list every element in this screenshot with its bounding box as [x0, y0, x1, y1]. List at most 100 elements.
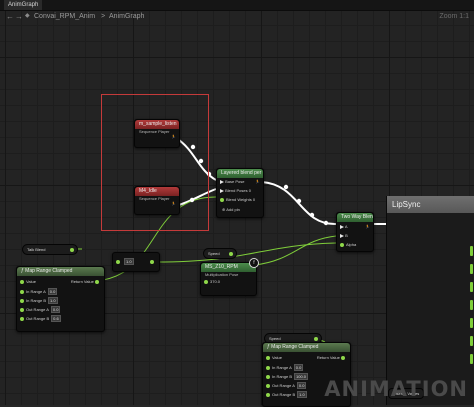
multiplication-node[interactable]: MS_Z10_RPM Multiplication Pose 370.0 — [200, 262, 257, 296]
wire-knot — [296, 198, 302, 204]
wire-knot — [309, 212, 315, 218]
speed-variable-1[interactable]: Speed — [203, 248, 237, 259]
running-man-icon: 🏃 — [255, 179, 260, 184]
variable-label: Speed — [208, 251, 220, 256]
pin-in-range-b[interactable]: In Range B 1.0 — [20, 297, 58, 304]
tab-animgraph[interactable]: AnimGraph — [4, 0, 43, 10]
float-pin-icon — [20, 316, 24, 321]
pin-in-range-a[interactable]: In Range A 0.0 — [266, 364, 304, 371]
node-title: ƒ Map Range Clamped — [17, 267, 104, 276]
float-pin-icon — [20, 289, 24, 294]
wire-knot — [323, 220, 329, 226]
running-man-icon: 🏃 — [171, 134, 176, 139]
pin-label: Alpha — [346, 242, 357, 247]
float-pin-icon — [266, 365, 270, 370]
back-arrow-icon[interactable]: ← — [6, 10, 14, 23]
variable-label: Speed — [269, 336, 281, 341]
float-pin-icon — [229, 251, 233, 256]
pin-out-range-b[interactable]: Out Range B 0.6 — [20, 315, 61, 322]
node-title: Layered blend per bone — [217, 169, 263, 178]
add-pin-button[interactable]: ⊕ Add pin — [222, 207, 240, 213]
pin-value[interactable]: Value — [266, 355, 282, 361]
pin-label: Blend Poses 0 — [225, 188, 251, 193]
float-pin-icon — [266, 355, 270, 360]
pin-alpha[interactable]: Alpha — [340, 242, 356, 248]
pin-label: A — [344, 224, 348, 229]
two-way-blend-node[interactable]: Two Way Blend A B Alpha 🏃 — [336, 212, 374, 252]
pin-label: In Range B — [26, 298, 47, 303]
pin-label: Return Value — [316, 355, 340, 360]
pin-value[interactable]: Value — [20, 279, 36, 285]
pin-label: Out Range B — [272, 392, 296, 397]
float-pin-icon — [20, 279, 24, 284]
float-pin-icon — [266, 392, 270, 397]
pin-return-value[interactable]: Return Value — [71, 279, 101, 285]
running-man-icon: 🏃 — [171, 201, 176, 206]
pin-in-range-b[interactable]: In Range B 100.0 — [266, 373, 309, 380]
float-pin-icon — [470, 264, 473, 274]
float-pin-icon — [340, 242, 344, 247]
breadcrumb-current[interactable]: AnimGraph — [109, 10, 144, 23]
float-pin-icon — [470, 300, 473, 310]
pin-a[interactable]: A — [340, 224, 348, 230]
value-row: 1.0 — [116, 258, 134, 265]
pin-return-value[interactable]: Return Value — [317, 355, 347, 361]
node-title: M4_Idle — [135, 187, 179, 196]
variable-label: Talk Blend — [27, 247, 46, 252]
map-range-clamped-node-1[interactable]: ƒ Map Range Clamped Value Return Value I… — [16, 266, 105, 332]
value-field[interactable]: 0.0 — [296, 382, 307, 389]
value-row: 370.0 — [204, 279, 220, 285]
lipsync-title: LipSync — [387, 196, 474, 213]
value-field[interactable]: 0.0 — [50, 306, 61, 313]
pin-label: Out Range A — [26, 307, 49, 312]
float-pin-icon — [470, 354, 473, 364]
pin-label: Return Value — [70, 279, 94, 284]
function-icon: ƒ — [267, 344, 270, 350]
value-field[interactable]: 1.0 — [48, 297, 58, 304]
pin-label: In Range B — [272, 374, 293, 379]
pin-blend-weights-0[interactable]: Blend Weights 0 — [220, 197, 255, 203]
float-pin-icon — [470, 318, 473, 328]
layered-blend-node[interactable]: Layered blend per bone Base Pose Blend P… — [216, 168, 264, 218]
pin-label: Out Range B — [26, 316, 50, 321]
float-pin-icon — [266, 374, 270, 379]
value-field[interactable]: 1.0 — [297, 391, 307, 398]
float-pin-icon — [470, 336, 473, 346]
pin-out-range-a[interactable]: Out Range A 0.0 — [266, 382, 307, 389]
wire-knot — [283, 184, 289, 190]
zoom-label: Zoom 1:1 — [439, 13, 469, 20]
float-value-node[interactable]: 1.0 — [112, 252, 160, 272]
pose-pin-icon — [340, 224, 344, 229]
value-field[interactable]: 1.0 — [124, 258, 134, 265]
running-man-icon: 🏃 — [365, 224, 370, 229]
node-title-text: Map Range Clamped — [271, 344, 319, 350]
breadcrumb-root[interactable]: Convai_RPM_Anim — [34, 10, 95, 23]
float-pin-icon — [220, 197, 224, 202]
float-pin-icon — [266, 383, 270, 388]
sequence-player-node-sample[interactable]: m_sample_listen Sequence Player 🏃 — [134, 119, 180, 148]
pin-out-range-a[interactable]: Out Range A 0.0 — [20, 306, 61, 313]
pose-pin-icon — [220, 188, 224, 193]
value-field[interactable]: 0.6 — [51, 315, 61, 322]
value-text: 370.0 — [210, 279, 221, 284]
float-wire-reroute-to-twoway — [155, 242, 337, 263]
value-field[interactable]: 0.0 — [47, 288, 58, 295]
pin-base-pose[interactable]: Base Pose — [220, 179, 244, 185]
pin-b[interactable]: B — [340, 233, 348, 239]
talk-blend-variable[interactable]: Talk Blend — [22, 244, 78, 255]
forward-arrow-icon[interactable]: → — [15, 10, 23, 23]
pin-label: B — [345, 233, 348, 238]
pin-blend-poses-0[interactable]: Blend Poses 0 — [220, 188, 251, 194]
value-field[interactable]: 100.0 — [294, 373, 309, 380]
node-title: ƒ Map Range Clamped — [263, 343, 350, 352]
sequence-player-node-idle[interactable]: M4_Idle Sequence Player 🏃 — [134, 186, 180, 215]
lipsync-node[interactable]: LipSync — [386, 196, 474, 405]
pin-out-range-b[interactable]: Out Range B 1.0 — [266, 391, 307, 398]
add-pin-label: Add pin — [226, 207, 240, 212]
pin-label: In Range A — [272, 365, 292, 370]
float-pin-icon — [204, 279, 208, 284]
value-field[interactable]: 0.0 — [293, 364, 304, 371]
graph-icon: ◆ — [25, 13, 30, 19]
pin-in-range-a[interactable]: In Range A 0.0 — [20, 288, 58, 295]
pin-label: Out Range A — [272, 383, 295, 388]
